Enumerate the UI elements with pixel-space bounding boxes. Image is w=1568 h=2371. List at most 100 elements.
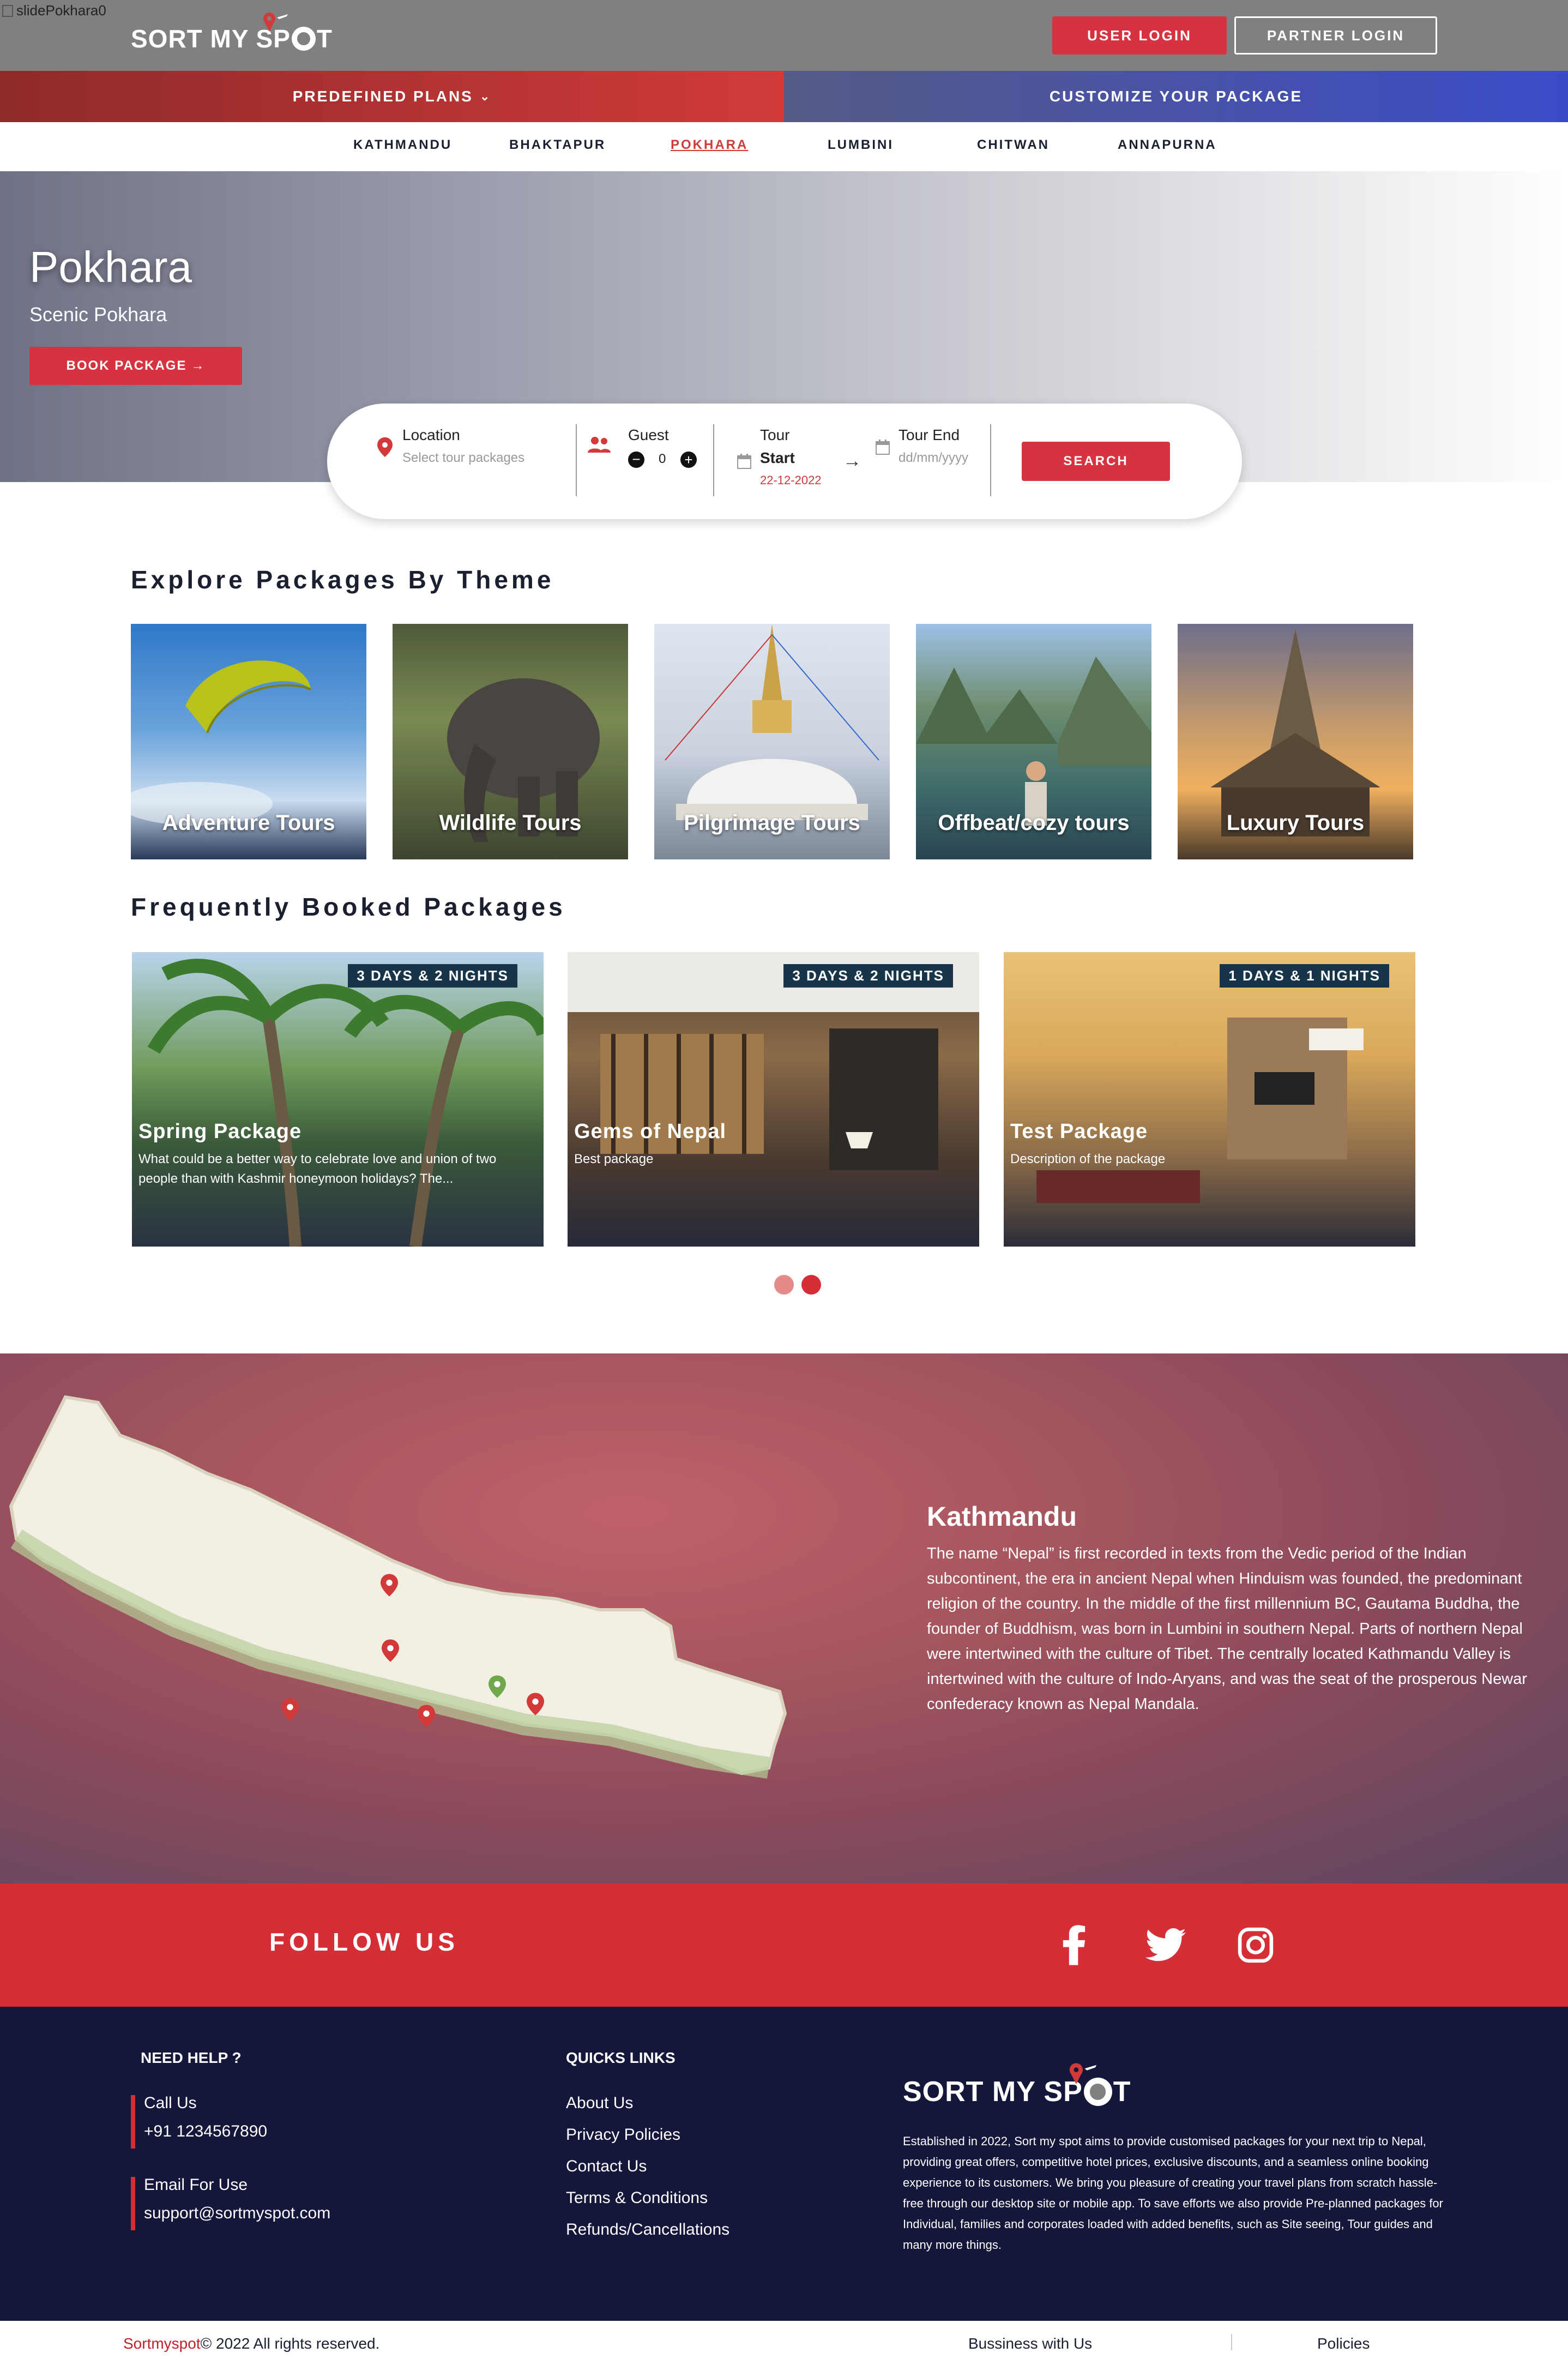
divider [576,424,577,496]
book-package-button[interactable]: BOOK PACKAGE → [29,347,242,385]
plane-icon [1069,2063,1097,2084]
map-pin-icon [381,1574,398,1597]
city-tab-bhaktapur[interactable]: BHAKTAPUR [509,137,606,153]
customize-package-tab[interactable]: CUSTOMIZE YOUR PACKAGE [784,71,1568,122]
map-section-description: The name “Nepal” is first recorded in te… [927,1545,1527,1713]
guest-count: 0 [659,452,666,466]
carousel-dot-2[interactable] [801,1275,821,1295]
package-description: What could be a better way to celebrate … [138,1152,497,1186]
call-number-link[interactable]: +91 1234567890 [144,2122,267,2141]
plane-icon [263,13,288,32]
user-login-button[interactable]: USER LOGIN [1052,16,1227,55]
copyright: Sortmyspot© 2022 All rights reserved. [123,2335,380,2352]
divider [990,424,991,496]
accent-bar [131,2095,135,2149]
arrow-right-icon: → [191,358,206,373]
map-section-title: Kathmandu [927,1501,1077,1532]
palm-trees-image [147,959,544,1247]
facebook-icon[interactable] [1062,1925,1086,1965]
twitter-icon[interactable] [1145,1928,1186,1962]
guest-label: Guest [628,426,669,443]
packages-section-title: Frequently Booked Packages [131,893,566,921]
policies-link[interactable]: Policies [1317,2335,1370,2352]
nepal-map-section: Kathmandu The name “Nepal” is first reco… [0,1353,1568,1883]
city-tab-kathmandu[interactable]: KATHMANDU [353,137,452,153]
broken-image-icon [2,4,13,17]
package-title: Test Package [1010,1120,1148,1143]
city-tabs: KATHMANDU BHAKTAPUR POKHARA LUMBINI CHIT… [0,122,1568,171]
location-pin-icon [377,437,393,457]
footer-link-contact[interactable]: Contact Us [566,2157,647,2176]
tour-end-field[interactable]: Tour End dd/mm/yyyy [898,426,968,466]
call-label: Call Us [144,2094,197,2112]
search-panel: Location Select tour packages Guest − 0 … [327,404,1242,519]
globe-pin-icon [291,27,316,51]
footer: NEED HELP ? Call Us +91 1234567890 Email… [0,2007,1568,2321]
footer-link-about[interactable]: About Us [566,2094,633,2113]
nepal-map [9,1395,787,1779]
city-tab-chitwan[interactable]: CHITWAN [977,137,1050,153]
instagram-icon[interactable] [1238,1927,1274,1963]
city-tab-pokhara[interactable]: POKHARA [671,137,748,153]
calendar-icon [876,440,890,455]
follow-us-title: FOLLOW US [269,1928,459,1956]
hotel-lobby-image [568,952,979,1170]
arrow-right-icon: → [843,450,861,471]
location-field[interactable]: Location Select tour packages [402,426,524,466]
site-logo[interactable]: SORT MY SP T [131,13,333,53]
partner-login-button[interactable]: PARTNER LOGIN [1234,16,1437,55]
map-pin-icon [382,1639,399,1662]
map-pin-icon [489,1675,506,1698]
calendar-icon [737,454,751,469]
brand-link[interactable]: Sortmyspot [123,2335,201,2352]
package-card-gems[interactable]: 3 DAYS & 2 NIGHTS Gems of Nepal Best pac… [568,952,979,1247]
divider [1231,2334,1232,2350]
duration-badge: 1 DAYS & 1 NIGHTS [1220,964,1389,988]
city-tab-lumbini[interactable]: LUMBINI [828,137,894,153]
follow-us-bar: FOLLOW US [0,1883,1568,2007]
footer-logo[interactable]: SORT MY SP T [903,2063,1131,2108]
email-link[interactable]: support@sortmyspot.com [144,2204,330,2223]
guest-decrement-button[interactable]: − [628,452,644,468]
carousel-dot-1[interactable] [774,1275,794,1295]
map-pin-icon [281,1698,299,1721]
search-button[interactable]: SEARCH [1022,442,1170,481]
duration-badge: 3 DAYS & 2 NIGHTS [783,964,953,988]
predefined-plans-dropdown[interactable]: PREDEFINED PLANS ⌄ [0,71,784,122]
theme-card-adventure[interactable]: Adventure Tours [131,624,366,859]
divider [713,424,714,496]
chevron-down-icon: ⌄ [479,89,492,103]
map-pin-icon [527,1693,544,1716]
business-link[interactable]: Bussiness with Us [968,2335,1092,2352]
themes-section-title: Explore Packages By Theme [131,565,554,594]
city-tab-annapurna[interactable]: ANNAPURNA [1118,137,1217,153]
footer-link-terms[interactable]: Terms & Conditions [566,2189,708,2207]
package-title: Spring Package [138,1120,302,1143]
hero-subtitle: Scenic Pokhara [29,303,167,326]
top-header: slidePokhara0 SORT MY SP T USER LOGIN PA… [0,0,1568,71]
email-label: Email For Use [144,2176,248,2194]
package-card-test[interactable]: 1 DAYS & 1 NIGHTS Test Package Descripti… [1004,952,1415,1247]
package-title: Gems of Nepal [574,1120,727,1143]
footer-link-refunds[interactable]: Refunds/Cancellations [566,2220,729,2239]
accent-bar [131,2177,135,2230]
tour-start-field[interactable]: Tour Start 22-12-2022 [760,426,822,488]
about-text: Established in 2022, Sort my spot aims t… [903,2134,1443,2252]
bottom-bar: Sortmyspot© 2022 All rights reserved. Bu… [0,2321,1568,2371]
duration-badge: 3 DAYS & 2 NIGHTS [348,964,517,988]
footer-link-privacy[interactable]: Privacy Policies [566,2126,680,2144]
hero-title: Pokhara [29,243,192,291]
guest-increment-button[interactable]: + [680,452,697,468]
package-card-spring[interactable]: 3 DAYS & 2 NIGHTS Spring Package What co… [132,952,544,1247]
theme-card-wildlife[interactable]: Wildlife Tours [393,624,628,859]
need-help-title: NEED HELP ? [141,2049,242,2066]
package-description: Description of the package [1010,1152,1166,1166]
theme-card-luxury[interactable]: Luxury Tours [1178,624,1413,859]
quick-links-title: QUICKS LINKS [566,2049,676,2066]
theme-card-pilgrimage[interactable]: Pilgrimage Tours [654,624,890,859]
broken-slide-image: slidePokhara0 [2,2,106,19]
theme-card-offbeat[interactable]: Offbeat/cozy tours [916,624,1151,859]
users-icon [588,437,611,453]
plan-nav: PREDEFINED PLANS ⌄ CUSTOMIZE YOUR PACKAGE [0,71,1568,122]
package-description: Best package [574,1152,654,1166]
